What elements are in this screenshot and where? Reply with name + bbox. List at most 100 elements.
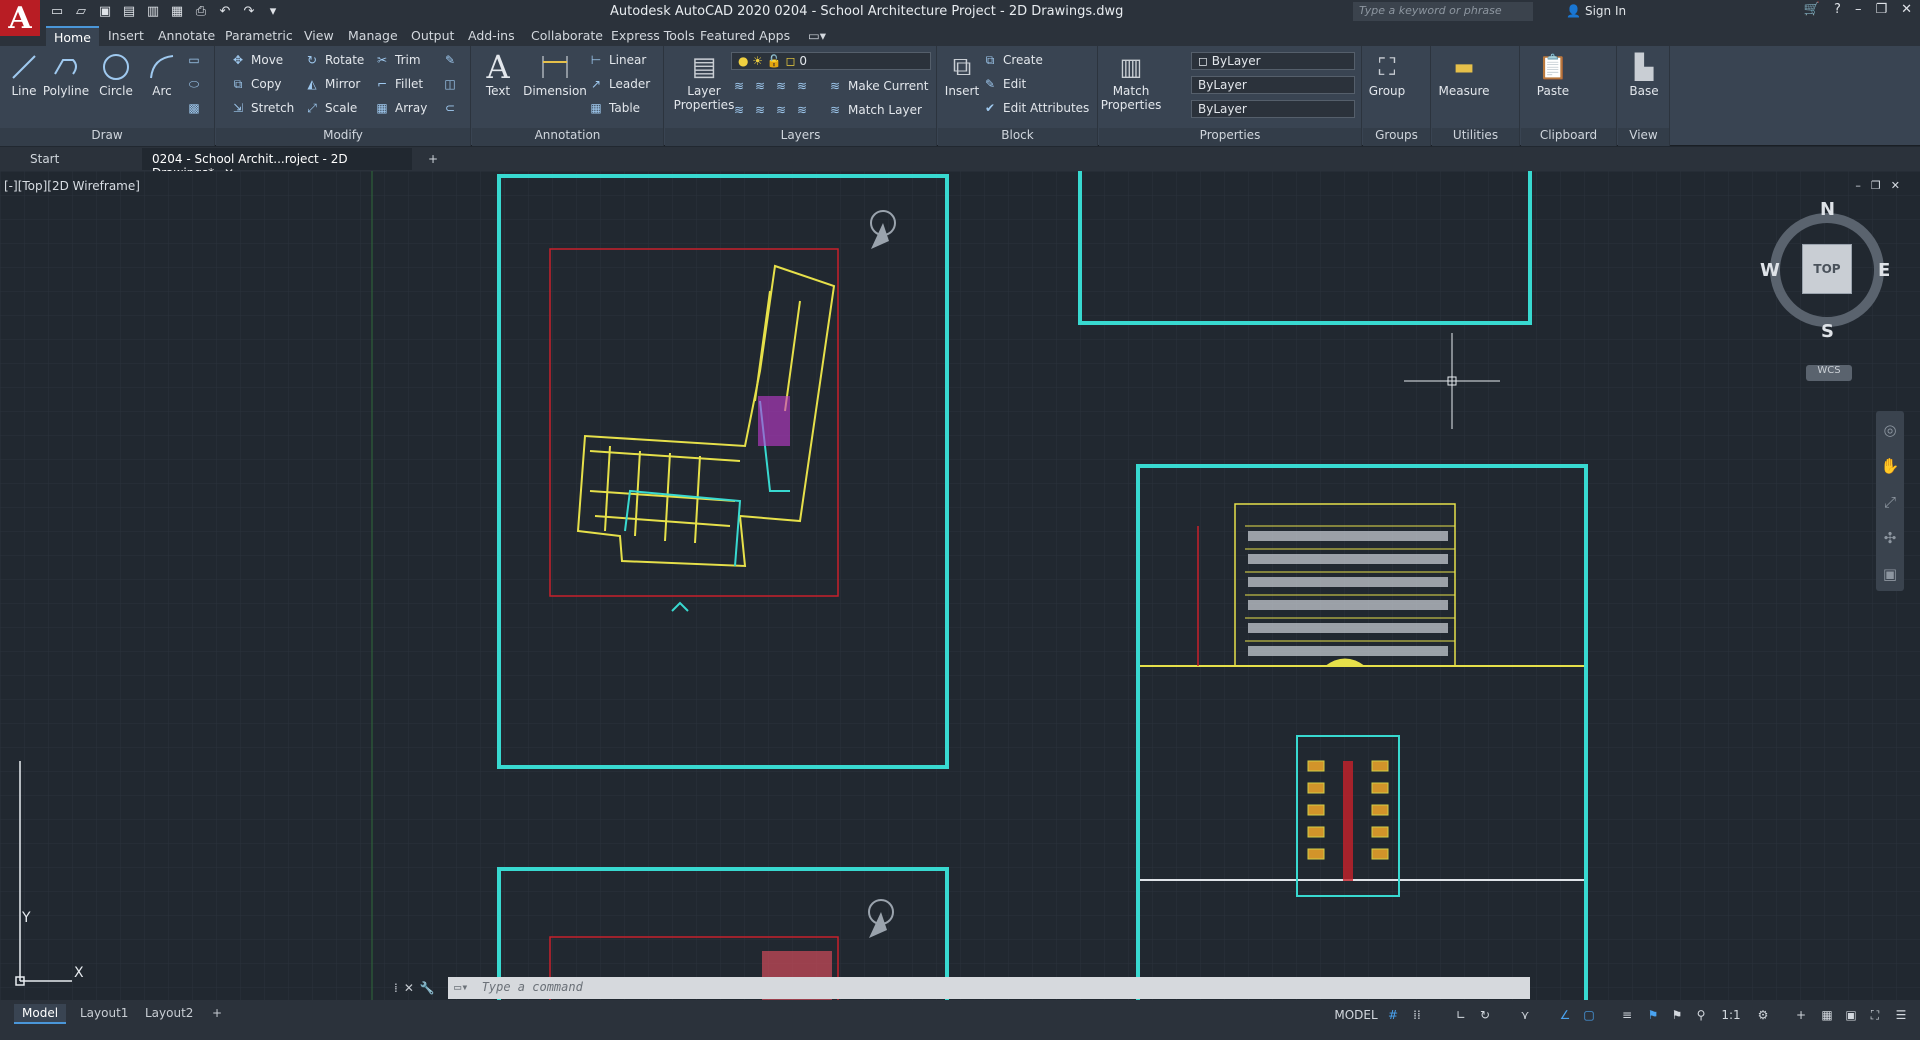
layer-lock-icon[interactable]: ≋ (794, 78, 810, 94)
tab-output[interactable]: Output (403, 26, 462, 46)
layout-tab-layout1[interactable]: Layout1 (72, 1004, 136, 1024)
color-dropdown[interactable]: ◻ ByLayer (1191, 52, 1355, 70)
view-panel-title[interactable]: View (1618, 128, 1669, 146)
utilities-panel-title[interactable]: Utilities (1432, 128, 1519, 146)
circle-button[interactable]: Circle (92, 50, 140, 98)
match-layer-button[interactable]: ≋ Match Layer (827, 100, 922, 120)
zoom-extents-icon[interactable]: ⤢ (1884, 493, 1896, 511)
polyline-button[interactable]: Polyline (42, 50, 90, 98)
orbit-icon[interactable]: ✣ (1884, 529, 1897, 547)
annotation-scale-value[interactable]: 1:1 (1716, 1006, 1746, 1024)
lineweight-dropdown[interactable]: ByLayer (1191, 100, 1355, 118)
arc-button[interactable]: Arc (138, 50, 186, 98)
ribbon-options-icon[interactable]: ▭▾ (800, 26, 834, 46)
offset-button[interactable]: ⊂ (442, 98, 458, 118)
save-web-icon[interactable]: ▦ (168, 2, 186, 20)
edit-block-button[interactable]: ✎ Edit (982, 74, 1026, 94)
application-menu-button[interactable]: A (0, 0, 40, 36)
linear-button[interactable]: ⊢ Linear (588, 50, 647, 70)
layer-isolate-icon[interactable]: ≋ (752, 78, 768, 94)
customize-qat-icon[interactable]: ▾ (264, 2, 282, 20)
fillet-button[interactable]: ⌐ Fillet (374, 74, 423, 94)
grid-display-icon[interactable]: # (1384, 1006, 1402, 1024)
tab-manage[interactable]: Manage (340, 26, 406, 46)
viewcube[interactable]: TOP N S E W (1760, 199, 1890, 342)
viewport-restore-icon[interactable]: ❐ (1871, 179, 1881, 192)
close-icon[interactable]: ✕ (1901, 2, 1912, 17)
annotation-scale-icon[interactable]: ⚲ (1692, 1006, 1710, 1024)
workspace-switching-icon[interactable]: ⚙ (1754, 1006, 1772, 1024)
compass-south[interactable]: S (1821, 321, 1834, 342)
edit-attributes-button[interactable]: ✔ Edit Attributes (982, 98, 1089, 118)
pan-icon[interactable]: ✋ (1881, 457, 1900, 475)
layer-on-icon[interactable]: ≋ (773, 102, 789, 118)
drawing-canvas[interactable] (0, 171, 1920, 1000)
groups-panel-title[interactable]: Groups (1363, 128, 1430, 146)
make-current-button[interactable]: ≋ Make Current (827, 76, 929, 96)
new-file-icon[interactable]: ▭ (48, 2, 66, 20)
viewport-minimize-icon[interactable]: – (1855, 179, 1861, 192)
tab-add-ins[interactable]: Add-ins (460, 26, 523, 46)
tab-featured-apps[interactable]: Featured Apps (692, 26, 798, 46)
properties-panel-title[interactable]: Properties (1099, 128, 1361, 146)
restore-icon[interactable]: ❐ (1875, 2, 1887, 17)
layer-properties-button[interactable]: ▤ Layer Properties (673, 50, 735, 112)
ortho-mode-icon[interactable]: ∟ (1452, 1006, 1470, 1024)
tab-insert[interactable]: Insert (100, 26, 152, 46)
wcs-menu[interactable]: WCS (1806, 365, 1852, 381)
minimize-icon[interactable]: – (1855, 2, 1862, 17)
annotation-monitor-icon[interactable]: + (1792, 1006, 1810, 1024)
object-snap-icon[interactable]: ▢ (1580, 1006, 1598, 1024)
group-button[interactable]: ⛶ Group (1363, 50, 1411, 98)
tab-start[interactable]: Start (20, 148, 140, 170)
tab-collaborate[interactable]: Collaborate (523, 26, 611, 46)
undo-icon[interactable]: ↶ (216, 2, 234, 20)
snap-mode-icon[interactable]: ⁞⁞ (1408, 1006, 1426, 1024)
command-history-icon[interactable]: ▭▾ (454, 980, 468, 994)
viewport-controls-label[interactable]: [-][Top][2D Wireframe] (4, 179, 140, 193)
customization-menu-icon[interactable]: ☰ (1892, 1006, 1910, 1024)
erase-button[interactable]: ✎ (442, 50, 458, 70)
compass-west[interactable]: W (1760, 260, 1780, 281)
add-layout-icon[interactable]: + (204, 1004, 230, 1024)
tab-current-drawing[interactable]: 0204 - School Archit...roject - 2D Drawi… (142, 148, 412, 180)
layer-unisolate-icon[interactable]: ≋ (731, 102, 747, 118)
viewcube-top-face[interactable]: TOP (1802, 244, 1852, 294)
rotate-button[interactable]: ↻ Rotate (304, 50, 364, 70)
layer-off-icon[interactable]: ≋ (731, 78, 747, 94)
quick-properties-icon[interactable]: ▣ (1842, 1006, 1860, 1024)
layout-tab-layout2[interactable]: Layout2 (137, 1004, 201, 1024)
table-button[interactable]: ▦ Table (588, 98, 640, 118)
help-icon[interactable]: ? (1834, 2, 1841, 17)
insert-button[interactable]: ⧉ Insert (938, 50, 986, 99)
compass-east[interactable]: E (1878, 260, 1890, 281)
base-view-button[interactable]: ▙ Base (1620, 50, 1668, 98)
compass-north[interactable]: N (1820, 199, 1835, 220)
copy-button[interactable]: ⧉ Copy (230, 74, 282, 94)
command-input[interactable]: ▭▾ Type a command (448, 977, 1530, 999)
command-customize-icon[interactable]: 🔧 (420, 981, 435, 995)
save-as-icon[interactable]: ▤ (120, 2, 138, 20)
trim-button[interactable]: ✂ Trim (374, 50, 421, 70)
isometric-drafting-icon[interactable]: ⋎ (1516, 1006, 1534, 1024)
object-snap-tracking-icon[interactable]: ∠ (1556, 1006, 1574, 1024)
tab-annotate[interactable]: Annotate (150, 26, 223, 46)
text-button[interactable]: A Text (474, 48, 522, 98)
tab-express-tools[interactable]: Express Tools (603, 26, 703, 46)
paste-button[interactable]: 📋 Paste (1529, 50, 1577, 98)
save-icon[interactable]: ▣ (96, 2, 114, 20)
annotation-panel-title[interactable]: Annotation (472, 128, 663, 146)
hatch-tool[interactable]: ▩ (186, 98, 202, 118)
clean-screen-icon[interactable]: ⛶ (1866, 1006, 1884, 1024)
model-space-button[interactable]: MODEL (1334, 1006, 1378, 1024)
viewport-close-icon[interactable]: ✕ (1891, 179, 1900, 192)
showmotion-icon[interactable]: ▣ (1883, 565, 1897, 583)
polar-tracking-icon[interactable]: ↻ (1476, 1006, 1494, 1024)
tab-home[interactable]: Home (46, 26, 99, 46)
block-panel-title[interactable]: Block (938, 128, 1097, 146)
rectangle-tool[interactable]: ▭ (186, 50, 202, 70)
drawing-viewport[interactable]: [-][Top][2D Wireframe] – ❐ ✕ Y X TOP N S… (0, 171, 1920, 1000)
line-button[interactable]: Line (0, 50, 48, 98)
layers-panel-title[interactable]: Layers (665, 128, 936, 146)
lineweight-display-icon[interactable]: ≡ (1618, 1006, 1636, 1024)
